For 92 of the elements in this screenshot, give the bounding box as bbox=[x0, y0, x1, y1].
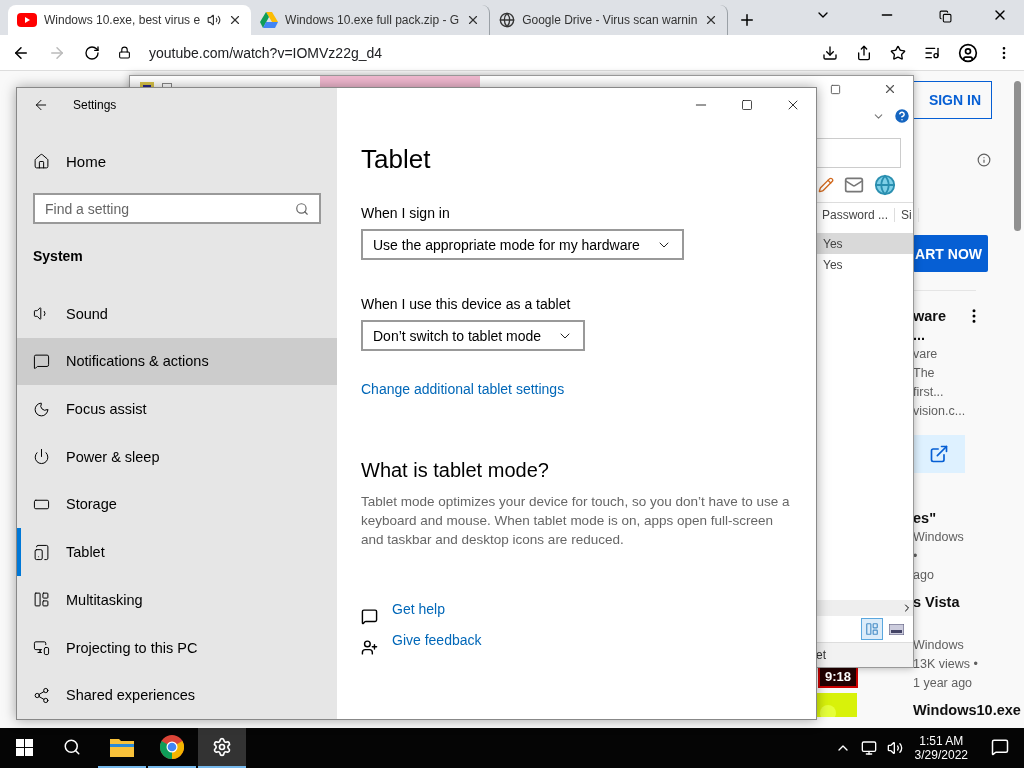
folder-icon bbox=[110, 737, 134, 757]
address-bar[interactable]: youtube.com/watch?v=IOMVz22g_d4 bbox=[149, 44, 804, 61]
nav-item[interactable]: Shared experiences bbox=[17, 671, 337, 719]
section-title: What is tablet mode? bbox=[361, 459, 550, 482]
browser-logo-icon bbox=[160, 735, 184, 759]
lock-icon bbox=[118, 46, 131, 59]
windows-layout-icon bbox=[33, 591, 50, 609]
restore-icon[interactable] bbox=[939, 10, 952, 23]
taskbar-app[interactable] bbox=[198, 728, 246, 768]
help-chat-icon bbox=[361, 608, 378, 625]
nav-item[interactable]: Power & sleep bbox=[17, 433, 337, 481]
search-icon bbox=[295, 201, 309, 216]
status-text: et bbox=[816, 643, 913, 667]
help-icon[interactable] bbox=[893, 107, 911, 125]
nav-item[interactable]: Focus assist bbox=[17, 385, 337, 433]
person-icon bbox=[361, 639, 378, 656]
video-meta: • bbox=[913, 548, 919, 565]
mode-dropdown[interactable]: Use the appropriate mode for my hardware bbox=[361, 229, 684, 260]
video-title[interactable]: Windows10.exe bbox=[913, 701, 1021, 720]
table-cell[interactable]: Yes bbox=[816, 233, 913, 254]
volume-icon[interactable] bbox=[886, 740, 903, 756]
screen-icon bbox=[33, 639, 50, 656]
video-meta: Windows bbox=[913, 529, 965, 546]
nav-item[interactable]: Sound bbox=[17, 289, 337, 338]
video-meta: first... bbox=[913, 384, 945, 401]
mode-dropdown[interactable]: Don’t switch to tablet mode bbox=[361, 320, 586, 351]
nav-item[interactable]: Tablet bbox=[17, 528, 337, 576]
video-meta: vare bbox=[913, 346, 939, 363]
share-icon bbox=[33, 686, 50, 704]
network-icon[interactable] bbox=[860, 740, 877, 756]
message-icon bbox=[33, 352, 50, 370]
maximize-icon[interactable] bbox=[741, 99, 753, 111]
description-text: Tablet mode optimizes your device for touch, so you don’t have to use a keyboard and mouse. When tablet mode is on, apps open full-screen and taskbar and desktop icons are reduced. bbox=[361, 493, 791, 549]
video-meta: 13K views • bbox=[913, 656, 979, 673]
scrollbar-thumb[interactable] bbox=[1014, 81, 1021, 231]
star-icon[interactable] bbox=[890, 44, 906, 61]
browser-tab[interactable]: Google Drive - Virus scan warnin bbox=[490, 5, 729, 35]
browser-tab[interactable]: Windows 10.exe full pack.zip - G bbox=[251, 5, 491, 35]
envelope-icon[interactable] bbox=[844, 175, 864, 195]
tablet-icon bbox=[33, 543, 50, 561]
globe-icon[interactable] bbox=[874, 174, 896, 196]
search-icon[interactable] bbox=[63, 738, 81, 756]
share-icon[interactable] bbox=[856, 44, 872, 61]
image-icon bbox=[888, 623, 904, 635]
home-link[interactable]: Home bbox=[17, 137, 337, 186]
table-cell[interactable]: Yes bbox=[816, 254, 913, 275]
search-field[interactable]: Find a setting bbox=[33, 193, 321, 225]
moon-icon bbox=[33, 400, 50, 418]
home-icon bbox=[33, 153, 50, 171]
close-icon[interactable] bbox=[883, 82, 897, 96]
nav-item[interactable]: Storage bbox=[17, 480, 337, 529]
browser-tab[interactable]: Windows 10.exe, best virus e bbox=[8, 5, 252, 35]
reload-icon[interactable] bbox=[84, 44, 100, 61]
nav-item[interactable]: Notifications & actions bbox=[17, 337, 337, 386]
pencil-icon[interactable] bbox=[818, 177, 834, 193]
help-link[interactable]: Get help bbox=[392, 601, 445, 617]
video-meta: The bbox=[913, 365, 936, 382]
windows-logo-icon[interactable] bbox=[15, 738, 33, 756]
nav-item[interactable]: Projecting to this PC bbox=[17, 623, 337, 672]
video-meta: Windows bbox=[913, 637, 965, 654]
video-meta: ago bbox=[913, 567, 935, 584]
download-icon[interactable] bbox=[822, 44, 838, 61]
page-title: Tablet bbox=[361, 144, 432, 175]
open-link-button[interactable] bbox=[913, 435, 965, 473]
power-icon bbox=[33, 448, 50, 466]
video-title[interactable]: es" bbox=[913, 509, 936, 528]
info-icon[interactable] bbox=[977, 153, 991, 167]
profile-icon[interactable] bbox=[958, 42, 978, 63]
settings-link[interactable]: Change additional tablet settings bbox=[361, 381, 565, 397]
video-meta: 1 year ago bbox=[913, 675, 974, 692]
field-label: When I use this device as a tablet bbox=[361, 296, 572, 312]
drive-logo-icon bbox=[260, 12, 279, 28]
globe-icon bbox=[499, 12, 516, 28]
external-link-icon bbox=[929, 444, 949, 464]
clock-date[interactable]: 3/29/2022 bbox=[914, 748, 968, 762]
section-heading: System bbox=[32, 247, 84, 267]
column-header[interactable]: Si bbox=[895, 208, 919, 222]
video-title[interactable]: ... bbox=[913, 326, 926, 345]
field-label: When I sign in bbox=[361, 205, 451, 221]
start-button[interactable]: ART NOW bbox=[913, 235, 988, 272]
help-link[interactable]: Give feedback bbox=[392, 632, 482, 648]
details-icon bbox=[865, 622, 879, 636]
maximize-icon[interactable] bbox=[830, 83, 841, 95]
video-meta: vision.c... bbox=[913, 403, 967, 420]
window-title: Settings bbox=[73, 97, 117, 112]
clock-time[interactable]: 1:51 AM bbox=[919, 734, 964, 748]
video-logo-icon bbox=[17, 13, 37, 27]
notification-icon[interactable] bbox=[991, 738, 1009, 756]
nav-item[interactable]: Multitasking bbox=[17, 576, 337, 624]
gear-icon bbox=[212, 737, 232, 757]
video-title[interactable]: ware bbox=[913, 307, 947, 326]
video-title[interactable]: s Vista bbox=[913, 593, 960, 612]
